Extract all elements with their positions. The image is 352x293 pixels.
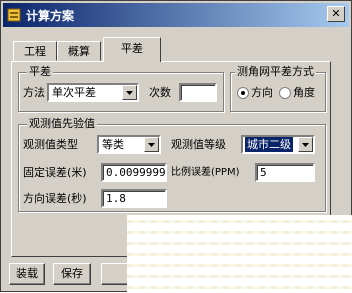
tab-label: 工程 [24,45,46,58]
tab-label: 平差 [121,42,143,55]
iterations-input[interactable] [179,83,217,102]
direction-error-label: 方向误差(秒) [23,192,87,205]
chevron-down-icon[interactable] [122,85,137,100]
ratio-error-label: 比例误差(PPM) [171,167,240,178]
radio-angle[interactable] [279,87,291,99]
app-icon [6,7,22,23]
radio-direction-label: 方向 [251,86,273,99]
angle-mode-group: 测角网平差方式 方向 角度 [230,65,326,112]
obs-type-select[interactable]: 等类 [97,135,161,154]
dialog-window: 计算方案 ✕ 工程 概算 平差 平差 方法 单次平差 次数 测角网平差方式 方向… [0,0,352,293]
iterations-label: 次数 [149,86,171,99]
fixed-error-label: 固定误差(米) [23,166,87,179]
chevron-down-icon[interactable] [298,137,313,152]
angle-mode-group-title: 测角网平差方式 [235,65,316,79]
close-button[interactable]: ✕ [327,6,345,22]
obs-grade-label: 观测值等级 [171,138,226,151]
method-value: 单次平差 [52,86,96,99]
obs-type-label: 观测值类型 [23,138,78,151]
ratio-error-input[interactable]: 5 [255,163,315,182]
image-artifact [127,215,352,293]
save-button[interactable]: 保存 [53,263,91,285]
fixed-error-input[interactable]: 0.0099999 [101,163,167,182]
adjust-group-title: 平差 [27,65,53,79]
method-select[interactable]: 单次平差 [47,83,139,102]
method-label: 方法 [23,86,45,99]
load-button[interactable]: 装载 [9,263,45,285]
obs-type-value: 等类 [102,138,124,151]
load-button-label: 装载 [16,267,38,280]
obs-grade-value: 城市二级 [245,137,293,152]
chevron-down-icon[interactable] [144,137,159,152]
tab-estimate[interactable]: 概算 [57,41,101,61]
direction-error-input[interactable]: 1.8 [101,189,167,208]
prior-group: 观测值先验值 观测值类型 等类 观测值等级 城市二级 固定误差(米) 0.009… [18,117,326,212]
save-button-label: 保存 [61,267,83,280]
radio-angle-label: 角度 [293,86,315,99]
tab-adjustment[interactable]: 平差 [103,37,161,62]
tab-label: 概算 [68,45,90,58]
obs-grade-select[interactable]: 城市二级 [241,135,315,154]
title-bar[interactable]: 计算方案 ✕ [3,3,349,27]
adjust-group: 平差 方法 单次平差 次数 [18,65,224,112]
radio-selected-dot [241,91,245,95]
tab-project[interactable]: 工程 [13,41,57,61]
prior-group-title: 观测值先验值 [27,117,97,131]
radio-direction[interactable] [237,87,249,99]
window-title: 计算方案 [26,8,75,23]
